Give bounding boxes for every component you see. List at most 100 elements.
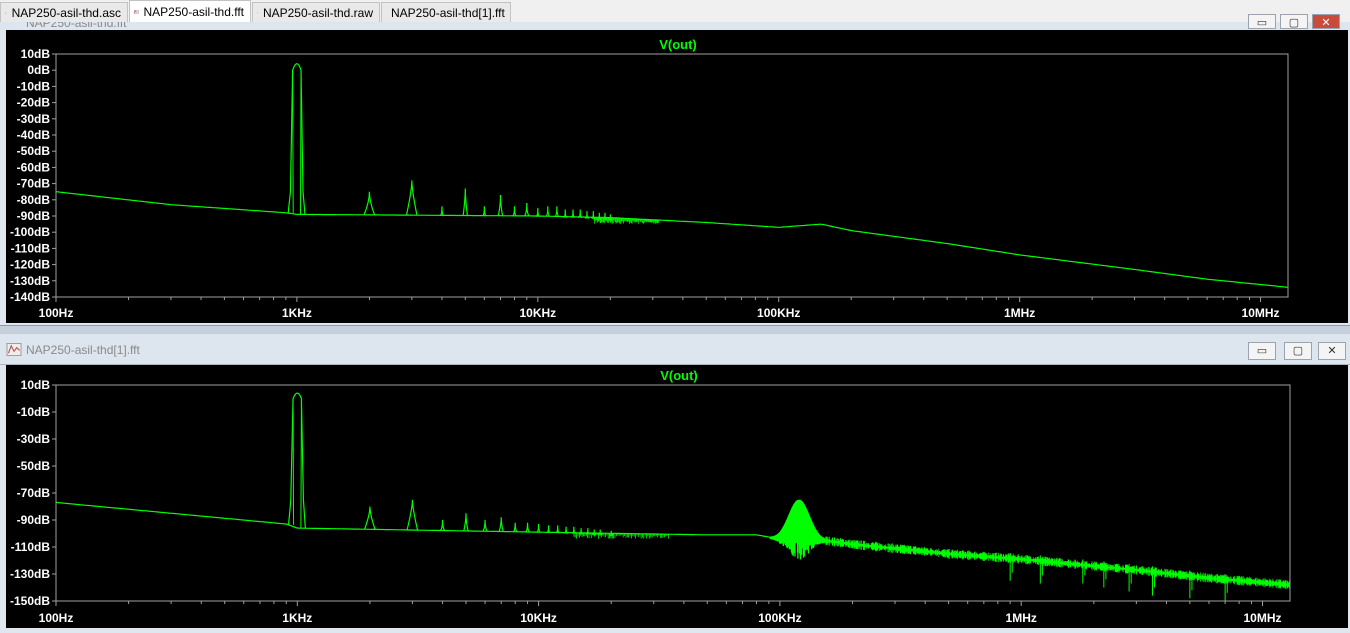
- y-tick-label: -10dB: [17, 79, 51, 93]
- minimize-button[interactable]: ▭: [1248, 14, 1276, 29]
- close-button[interactable]: ✕: [1312, 14, 1340, 29]
- x-tick-label: 100Hz: [39, 306, 74, 320]
- harmonic-peak: [463, 513, 469, 532]
- plot-frame: [55, 53, 1289, 298]
- x-tick-label: 100KHz: [757, 306, 800, 320]
- tab-asc[interactable]: NAP250-asil-thd.asc: [0, 2, 128, 22]
- tab-label: NAP250-asil-thd.asc: [11, 5, 121, 20]
- harmonic-peak: [363, 191, 376, 216]
- harmonic-peak: [497, 194, 504, 216]
- waveform-icon: [257, 12, 258, 13]
- close-icon: ✕: [1321, 17, 1331, 29]
- hf-noise-fuzz: [822, 536, 1290, 590]
- harmonic-peak: [482, 519, 488, 532]
- harmonic-peak: [584, 211, 590, 219]
- window-separator[interactable]: [0, 325, 1350, 334]
- spectrum-floor-trace: [55, 501, 1291, 586]
- document-tab-bar: NAP250-asil-thd.asc NAP250-asil-thd.fft …: [0, 0, 1350, 23]
- top-plot-area[interactable]: V(out) 10dB 0dB -10dB -20dB -30dB -40dB -50dB -6…: [6, 30, 1348, 323]
- harmonic-peak: [536, 524, 541, 533]
- tab-label: NAP250-asil-thd[1].fft: [391, 5, 505, 20]
- y-tick-label: -150dB: [10, 594, 50, 608]
- y-tick-label: -70dB: [17, 486, 51, 500]
- top-fft-chart: V(out) 10dB 0dB -10dB -20dB -30dB -40dB -50dB -6…: [10, 37, 1289, 320]
- y-tick-label: -80dB: [17, 193, 51, 207]
- harmonic-peak: [590, 211, 596, 219]
- x-tick-label: 1MHz: [1004, 306, 1035, 320]
- bottom-fft-chart: V(out) 10dB -10dB -30dB -50dB -70dB -90dB -110d…: [10, 368, 1291, 625]
- x-tick-label: 10MHz: [1242, 306, 1280, 320]
- fundamental-peak: [287, 63, 306, 215]
- chart-title: V(out): [659, 37, 697, 52]
- y-tick-label: -140dB: [10, 290, 50, 304]
- switching-hump: [769, 499, 829, 560]
- y-tick-label: -110dB: [11, 540, 51, 554]
- x-tick-label: 10MHz: [1243, 611, 1281, 625]
- y-tick-label: -10dB: [17, 405, 51, 419]
- spur: [1082, 559, 1086, 584]
- bottom-plot-area[interactable]: V(out) 10dB -10dB -30dB -50dB -70dB -90dB -110d…: [6, 365, 1348, 628]
- minimize-icon: ▭: [1256, 345, 1268, 357]
- spectrum-floor-trace: [55, 191, 1289, 288]
- tab-label: NAP250-asil-thd.fft: [143, 5, 245, 19]
- window-title: NAP250-asil-thd.fft: [26, 22, 127, 30]
- restore-button[interactable]: ▢: [1284, 342, 1312, 360]
- tab-raw[interactable]: NAP250-asil-thd.raw: [252, 2, 380, 22]
- harmonic-peak: [439, 519, 446, 531]
- harmonic-peak: [406, 499, 419, 531]
- harmonic-peak: [482, 206, 487, 217]
- harmonic-peak: [535, 207, 541, 217]
- schematic-icon: [5, 11, 7, 14]
- fundamental-peak-inner: [292, 70, 302, 215]
- x-tick-label: 10KHz: [520, 611, 557, 625]
- y-tick-label: -60dB: [17, 160, 51, 174]
- y-tick-label: -30dB: [17, 112, 51, 126]
- x-tick-label: 1KHz: [282, 611, 312, 625]
- harmonic-peak: [545, 206, 551, 217]
- y-tick-label: -90dB: [17, 209, 51, 223]
- y-tick-label: -20dB: [17, 96, 51, 110]
- y-tick-label: -30dB: [17, 432, 51, 446]
- x-tick-label: 1KHz: [282, 306, 312, 320]
- harmonic-peak: [524, 203, 530, 217]
- x-tick-label: 10KHz: [519, 306, 556, 320]
- y-tick-label: 10dB: [21, 47, 51, 61]
- y-tick-label: -40dB: [17, 128, 51, 142]
- harmonic-peak: [498, 517, 504, 532]
- harmonic-peak: [462, 188, 468, 216]
- x-tick-label: 1MHz: [1006, 611, 1037, 625]
- close-icon: ✕: [1327, 345, 1337, 357]
- fundamental-peak: [287, 392, 306, 529]
- y-tick-label: -130dB: [10, 274, 50, 288]
- harmonic-peak: [525, 522, 531, 533]
- tab-label: NAP250-asil-thd.raw: [262, 5, 373, 20]
- tab-fft[interactable]: NAP250-asil-thd.fft: [129, 0, 251, 23]
- x-tick-label: 100Hz: [39, 611, 74, 625]
- y-tick-label: 10dB: [21, 378, 51, 392]
- y-tick-label: -70dB: [17, 177, 51, 191]
- harmonic-peak: [554, 206, 560, 218]
- bottom-window-titlebar[interactable]: NAP250-asil-thd[1].fft ▭ ▢ ✕: [0, 334, 1350, 365]
- harmonic-peak: [555, 525, 561, 534]
- close-button[interactable]: ✕: [1318, 342, 1346, 360]
- harmonic-peak: [364, 506, 376, 530]
- y-tick-label: -130dB: [10, 567, 50, 581]
- y-tick-label: -50dB: [17, 459, 51, 473]
- harmonic-peak: [546, 525, 551, 534]
- chart-title: V(out): [660, 368, 698, 383]
- waveform-icon: [6, 343, 22, 356]
- fundamental-peak-inner: [292, 398, 302, 529]
- tab-fft-1[interactable]: NAP250-asil-thd[1].fft: [381, 2, 511, 22]
- top-window-titlebar: NAP250-asil-thd.fft: [0, 22, 1350, 30]
- restore-icon: ▢: [1292, 345, 1304, 357]
- y-tick-label: -50dB: [17, 144, 51, 158]
- y-tick-label: 0dB: [27, 63, 50, 77]
- window-title: NAP250-asil-thd[1].fft: [26, 343, 140, 357]
- harmonic-peak: [439, 206, 445, 216]
- harmonic-peak: [577, 209, 583, 218]
- minimize-button[interactable]: ▭: [1248, 342, 1276, 360]
- harmonic-peak: [405, 180, 418, 216]
- waveform-icon: [134, 10, 139, 14]
- y-tick-label: -110dB: [11, 241, 51, 255]
- restore-button[interactable]: ▢: [1280, 14, 1308, 29]
